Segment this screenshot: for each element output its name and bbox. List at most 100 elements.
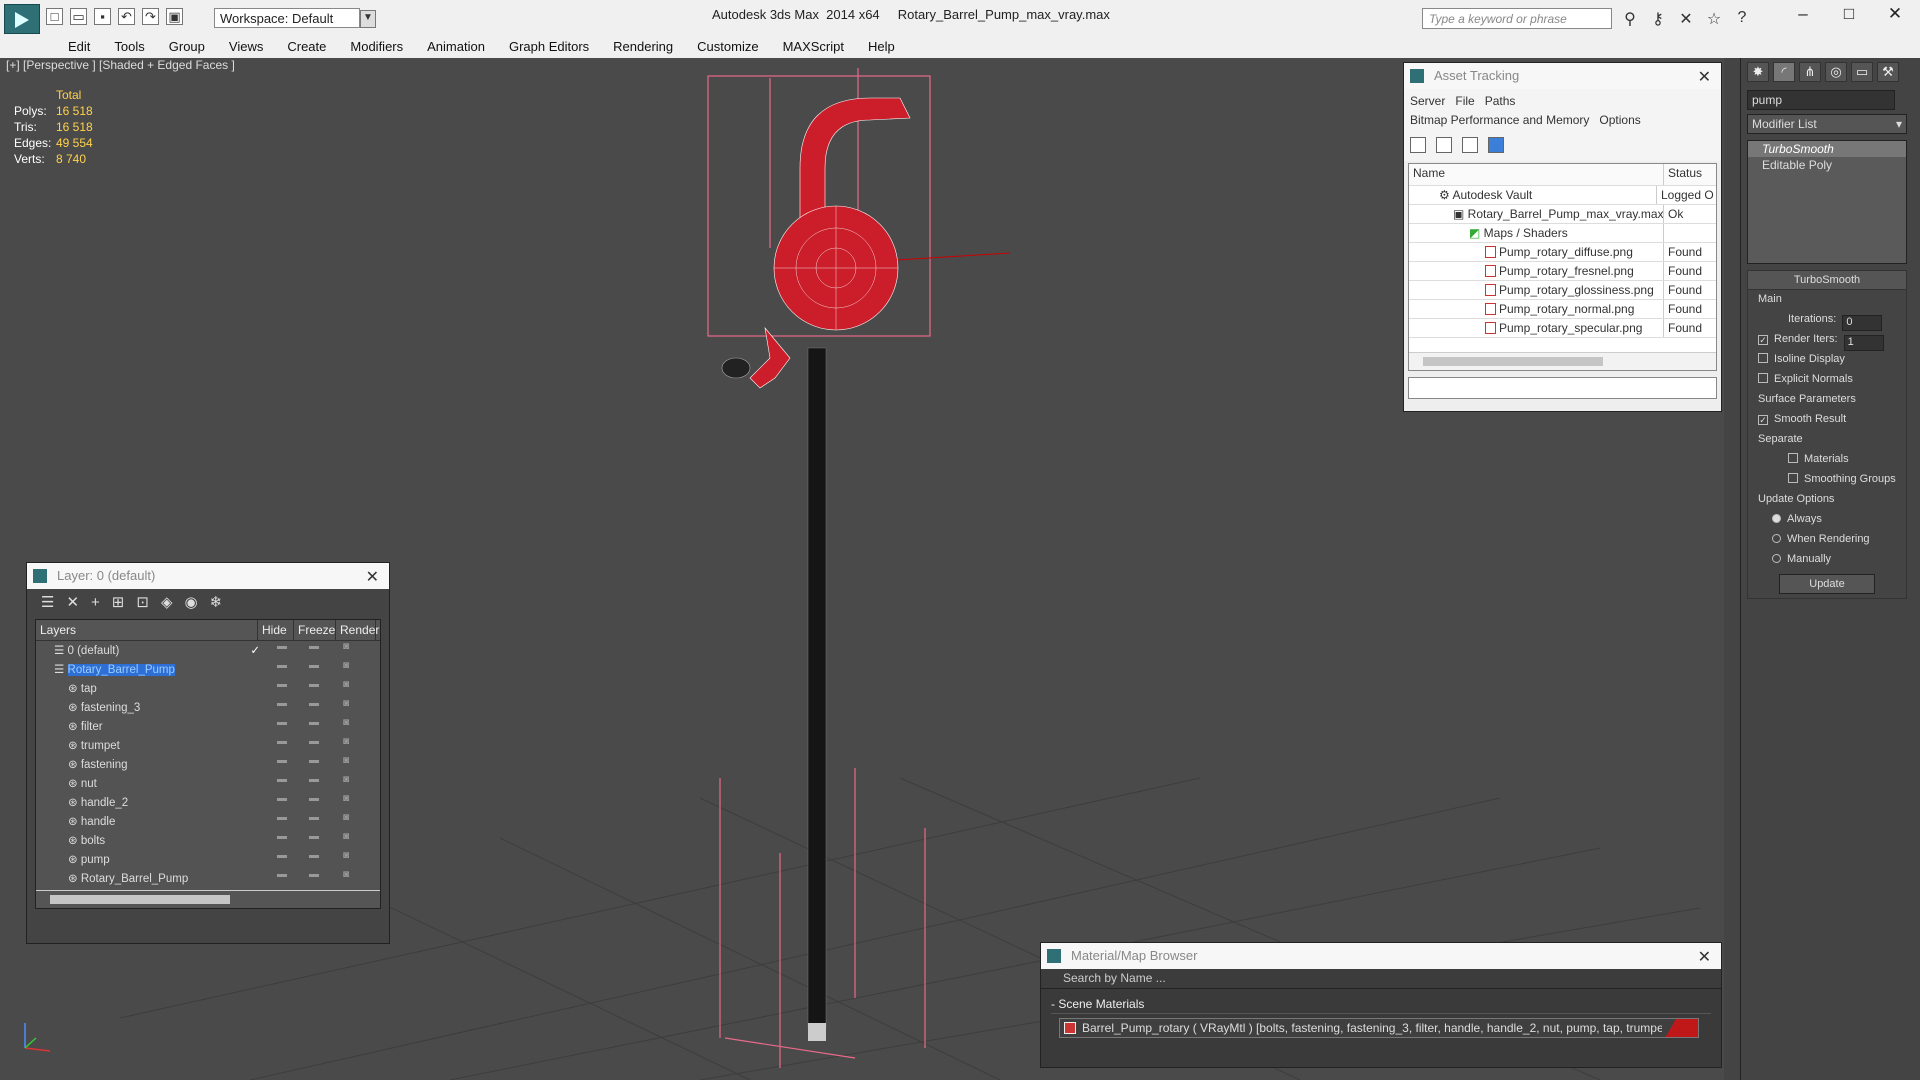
at-menu-bitmap[interactable]: Bitmap Performance and Memory (1410, 113, 1589, 127)
hierarchy-tab-icon[interactable]: ⋔ (1799, 62, 1821, 82)
layer-row[interactable]: ⊛ handle_2 ▬ ▬ ◙ (36, 793, 380, 812)
at-menu-file[interactable]: File (1455, 94, 1474, 108)
select-objects-icon[interactable]: ⊡ (136, 595, 149, 611)
always-radio[interactable] (1772, 514, 1781, 523)
hide-toggle[interactable]: ▬ (266, 755, 298, 774)
render-toggle[interactable]: ◙ (330, 850, 362, 869)
table-row[interactable]: Pump_rotary_glossiness.png Found (1409, 281, 1716, 300)
horizontal-scrollbar[interactable] (1409, 352, 1716, 370)
minimize-button[interactable]: – (1780, 0, 1826, 28)
hide-toggle[interactable]: ▬ (266, 774, 298, 793)
at-menu-options[interactable]: Options (1599, 113, 1640, 127)
render-toggle[interactable]: ◙ (330, 831, 362, 850)
menu-views[interactable]: Views (217, 36, 275, 58)
hide-toggle[interactable]: ▬ (266, 698, 298, 717)
hide-toggle[interactable]: ▬ (266, 812, 298, 831)
exchange-icon[interactable]: ✕ (1676, 9, 1696, 29)
column-render[interactable]: Render (336, 620, 379, 640)
menu-help[interactable]: Help (856, 36, 907, 58)
menu-tools[interactable]: Tools (102, 36, 156, 58)
hide-toggle[interactable]: ▬ (266, 717, 298, 736)
when-rendering-radio[interactable] (1772, 534, 1781, 543)
table-row[interactable]: ▣ Rotary_Barrel_Pump_max_vray.max Ok (1409, 205, 1716, 224)
at-menu-paths[interactable]: Paths (1485, 94, 1516, 108)
modify-tab-icon[interactable]: ◜ (1773, 62, 1795, 82)
freeze-toggle[interactable]: ▬ (298, 831, 330, 850)
menu-animation[interactable]: Animation (415, 36, 497, 58)
menu-edit[interactable]: Edit (56, 36, 102, 58)
help-icon[interactable]: ? (1732, 9, 1752, 29)
freeze-toggle[interactable]: ▬ (298, 698, 330, 717)
render-toggle[interactable]: ◙ (330, 793, 362, 812)
layer-row[interactable]: ⊛ tap ▬ ▬ ◙ (36, 679, 380, 698)
material-search-input[interactable]: Search by Name ... (1041, 969, 1721, 989)
hide-toggle[interactable]: ▬ (266, 793, 298, 812)
horizontal-scrollbar[interactable] (36, 890, 380, 908)
layer-row[interactable]: ⊛ Rotary_Barrel_Pump ▬ ▬ ◙ (36, 869, 380, 888)
freeze-toggle[interactable]: ▬ (298, 793, 330, 812)
at-menu-server[interactable]: Server (1410, 94, 1445, 108)
layer-row[interactable]: ⊛ filter ▬ ▬ ◙ (36, 717, 380, 736)
table-row[interactable]: ◩ Maps / Shaders (1409, 224, 1716, 243)
refresh-icon[interactable] (1410, 137, 1426, 153)
explicit-normals-checkbox[interactable] (1758, 373, 1768, 383)
save-icon[interactable]: ▪ (94, 8, 111, 25)
layer-row[interactable]: ⊛ handle ▬ ▬ ◙ (36, 812, 380, 831)
menu-create[interactable]: Create (275, 36, 338, 58)
close-icon[interactable]: ✕ (1698, 67, 1711, 87)
table-view-icon[interactable] (1488, 137, 1504, 153)
maximize-button[interactable]: □ (1826, 0, 1872, 28)
freeze-toggle[interactable]: ▬ (298, 869, 330, 888)
hide-toggle[interactable]: ▬ (266, 736, 298, 755)
layer-row[interactable]: ⊛ nut ▬ ▬ ◙ (36, 774, 380, 793)
freeze-toggle[interactable]: ▬ (298, 755, 330, 774)
freeze-toggle[interactable]: ▬ (298, 812, 330, 831)
column-layers[interactable]: Layers (36, 620, 258, 640)
new-layer-icon[interactable]: + (91, 595, 100, 611)
column-name[interactable]: Name (1409, 164, 1664, 185)
menu-group[interactable]: Group (157, 36, 217, 58)
render-toggle[interactable]: ◙ (330, 679, 362, 698)
hide-toggle[interactable]: ▬ (266, 679, 298, 698)
render-toggle[interactable]: ◙ (330, 717, 362, 736)
new-file-icon[interactable]: □ (46, 8, 63, 25)
viewport-label[interactable]: [+] [Perspective ] [Shaded + Edged Faces… (6, 58, 235, 72)
layer-row[interactable]: ⊛ fastening_3 ▬ ▬ ◙ (36, 698, 380, 717)
layer-row[interactable]: ⊛ bolts ▬ ▬ ◙ (36, 831, 380, 850)
object-name-input[interactable]: pump (1747, 90, 1895, 110)
render-iters-checkbox[interactable]: ✓ (1758, 335, 1768, 345)
menu-graph-editors[interactable]: Graph Editors (497, 36, 601, 58)
utilities-tab-icon[interactable]: ⚒ (1877, 62, 1899, 82)
column-freeze[interactable]: Freeze (294, 620, 336, 640)
modifier-list-dropdown[interactable]: Modifier List ▾ (1747, 114, 1907, 134)
table-row[interactable]: ⚙ Autodesk Vault Logged O (1409, 186, 1716, 205)
highlight-layer-icon[interactable]: ◈ (161, 595, 173, 611)
menu-customize[interactable]: Customize (685, 36, 770, 58)
menu-modifiers[interactable]: Modifiers (338, 36, 415, 58)
render-toggle[interactable]: ◙ (330, 812, 362, 831)
render-toggle[interactable]: ◙ (330, 641, 362, 660)
render-toggle[interactable]: ◙ (330, 869, 362, 888)
infocenter-search-input[interactable]: Type a keyword or phrase (1422, 8, 1612, 29)
key-icon[interactable]: ⚷ (1648, 9, 1668, 29)
asset-path-field[interactable] (1408, 377, 1717, 399)
render-toggle[interactable]: ◙ (330, 774, 362, 793)
delete-layer-icon[interactable]: ✕ (66, 595, 79, 611)
render-toggle[interactable]: ◙ (330, 660, 362, 679)
redo-icon[interactable]: ↷ (142, 8, 159, 25)
workspace-dropdown[interactable]: Workspace: Default (214, 8, 376, 28)
open-file-icon[interactable]: ▭ (70, 8, 87, 25)
freeze-all-icon[interactable]: ❄ (210, 595, 223, 611)
layer-manager-icon[interactable]: ☰ (41, 595, 54, 611)
smooth-result-checkbox[interactable]: ✓ (1758, 415, 1768, 425)
table-row[interactable]: Pump_rotary_specular.png Found (1409, 319, 1716, 338)
hide-toggle[interactable]: ▬ (266, 831, 298, 850)
materials-checkbox[interactable] (1788, 453, 1798, 463)
material-entry[interactable]: Barrel_Pump_rotary ( VRayMtl ) [bolts, f… (1059, 1018, 1699, 1038)
manually-radio[interactable] (1772, 554, 1781, 563)
layer-row[interactable]: ⊛ trumpet ▬ ▬ ◙ (36, 736, 380, 755)
undo-icon[interactable]: ↶ (118, 8, 135, 25)
iterations-spinner[interactable]: 0 (1842, 315, 1883, 331)
rollout-header[interactable]: TurboSmooth (1748, 271, 1906, 290)
add-selection-icon[interactable]: ⊞ (112, 595, 125, 611)
